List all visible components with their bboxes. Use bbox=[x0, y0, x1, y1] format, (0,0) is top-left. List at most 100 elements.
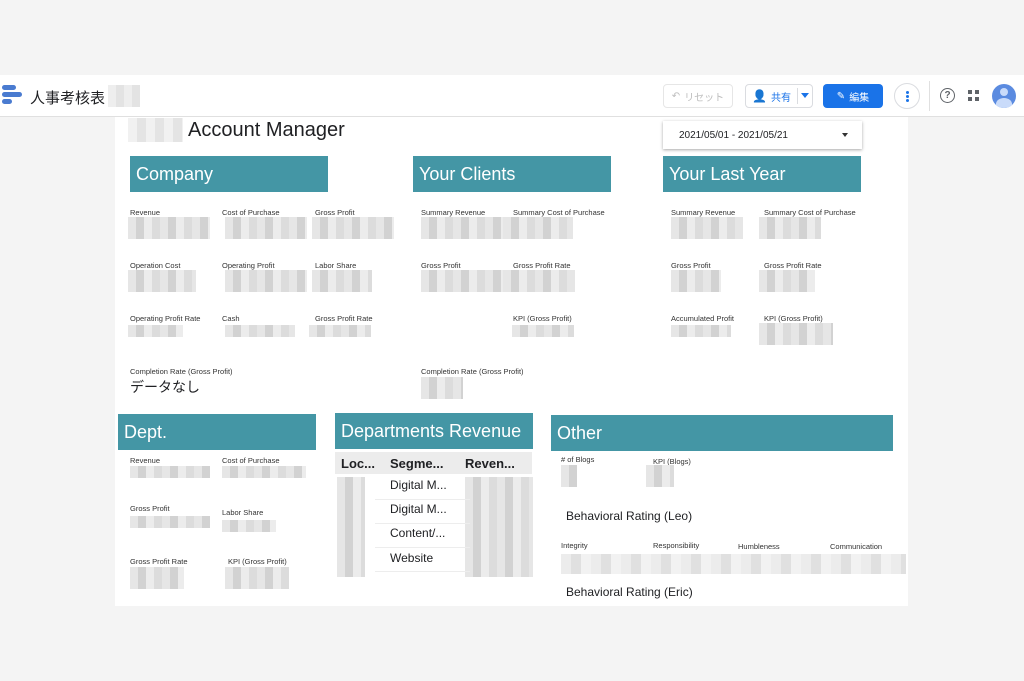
metric-label: Summary Revenue bbox=[671, 208, 736, 217]
metric-label: Gross Profit Rate bbox=[513, 261, 571, 270]
reset-button[interactable]: ↶ リセット bbox=[663, 84, 733, 108]
metric-value-redacted bbox=[512, 325, 574, 337]
section-header-company: Company bbox=[130, 156, 328, 192]
column-header-revenue[interactable]: Reven... bbox=[465, 456, 515, 471]
date-range-value: 2021/05/01 - 2021/05/21 bbox=[679, 129, 788, 141]
metric-label: KPI (Gross Profit) bbox=[764, 314, 823, 323]
apps-grid-icon[interactable] bbox=[968, 90, 979, 101]
metric-value-redacted bbox=[503, 217, 573, 239]
section-header-departments-revenue: Departments Revenue bbox=[335, 413, 533, 449]
metric-label: Operating Profit Rate bbox=[130, 314, 201, 323]
metric-label: Summary Revenue bbox=[421, 208, 486, 217]
metric-label: Labor Share bbox=[222, 508, 264, 517]
date-range-control[interactable]: 2021/05/01 - 2021/05/21 bbox=[663, 121, 862, 149]
column-header-location[interactable]: Loc... bbox=[341, 456, 375, 471]
metric-value-redacted bbox=[225, 325, 295, 337]
metric-value-redacted bbox=[130, 567, 184, 589]
section-header-your-clients: Your Clients bbox=[413, 156, 611, 192]
report-canvas: Account Manager 2021/05/01 - 2021/05/21 … bbox=[115, 117, 908, 606]
metric-label: Accumulated Profit bbox=[671, 314, 734, 323]
revenue-column-redacted bbox=[465, 477, 533, 577]
metric-label: # of Blogs bbox=[561, 455, 595, 464]
metric-label: Summary Cost of Purchase bbox=[513, 208, 605, 217]
rating-column-label: Humbleness bbox=[738, 542, 780, 551]
metric-label: Gross Profit Rate bbox=[315, 314, 373, 323]
toolbar-divider bbox=[929, 81, 930, 111]
metric-value-redacted bbox=[222, 520, 276, 532]
rating-column-label: Responsibility bbox=[653, 541, 700, 550]
metric-value-redacted bbox=[128, 325, 183, 337]
metric-value-redacted bbox=[421, 217, 503, 239]
metric-label: Gross Profit Rate bbox=[764, 261, 822, 270]
edit-button[interactable]: ✎ 編集 bbox=[823, 84, 883, 108]
metric-value-redacted bbox=[759, 323, 833, 345]
metric-label: Cash bbox=[222, 314, 240, 323]
title-redacted bbox=[108, 85, 140, 107]
metric-value-redacted bbox=[309, 325, 371, 337]
row-divider bbox=[375, 571, 470, 572]
rating-column-label: Communication bbox=[830, 542, 883, 551]
behavioral-rating-leo-title: Behavioral Rating (Leo) bbox=[566, 509, 693, 523]
metric-value-redacted bbox=[759, 217, 821, 239]
share-button[interactable]: 👤 共有 bbox=[745, 84, 813, 108]
edit-label: 編集 bbox=[849, 92, 870, 104]
metric-label: Gross Profit Rate bbox=[130, 557, 188, 566]
metric-label: Labor Share bbox=[315, 261, 357, 270]
row-divider bbox=[375, 547, 470, 548]
metric-value-redacted bbox=[671, 325, 731, 337]
metric-label: KPI (Gross Profit) bbox=[513, 314, 572, 323]
metric-value-redacted bbox=[312, 217, 394, 239]
table-cell-segment: Digital M... bbox=[390, 478, 447, 492]
metric-value-redacted bbox=[759, 270, 815, 292]
metric-label: Operation Cost bbox=[130, 261, 181, 270]
avatar[interactable] bbox=[992, 84, 1016, 108]
metric-value-redacted bbox=[671, 217, 743, 239]
share-label: 共有 bbox=[770, 92, 791, 104]
metric-value-redacted bbox=[671, 270, 721, 292]
table-cell-segment: Digital M... bbox=[390, 502, 447, 516]
metric-value-redacted bbox=[421, 270, 503, 292]
data-studio-logo-icon[interactable] bbox=[2, 85, 22, 105]
page-title: Account Manager bbox=[188, 119, 345, 141]
help-icon[interactable]: ? bbox=[940, 88, 955, 103]
page-title-redacted bbox=[128, 118, 183, 142]
add-person-icon: 👤 bbox=[752, 89, 767, 103]
chevron-down-icon bbox=[842, 133, 848, 137]
more-vert-icon bbox=[905, 90, 909, 103]
metric-value-redacted bbox=[128, 270, 196, 292]
document-title[interactable]: 人事考核表 bbox=[30, 87, 105, 108]
metric-label: Revenue bbox=[130, 208, 161, 217]
row-divider bbox=[375, 523, 470, 524]
share-dropdown-icon[interactable] bbox=[801, 93, 809, 98]
metric-value-redacted bbox=[225, 567, 289, 589]
metric-value-redacted bbox=[503, 270, 575, 292]
no-data-text: データなし bbox=[130, 380, 200, 396]
section-header-other: Other bbox=[551, 415, 893, 451]
table-header: Loc... Segme... Reven... bbox=[335, 452, 532, 474]
metric-value-redacted bbox=[128, 217, 210, 239]
table-cell-segment: Website bbox=[390, 551, 434, 565]
pencil-icon: ✎ bbox=[836, 90, 846, 102]
metric-value-redacted bbox=[130, 516, 210, 528]
metric-label: Gross Profit bbox=[130, 504, 170, 513]
metric-value-redacted bbox=[561, 465, 577, 487]
metric-label: Completion Rate (Gross Profit) bbox=[130, 367, 233, 376]
column-header-segment[interactable]: Segme... bbox=[390, 456, 443, 471]
rating-values-redacted bbox=[561, 554, 906, 574]
metric-value-redacted bbox=[225, 270, 307, 292]
metric-label: Gross Profit bbox=[421, 261, 461, 270]
metric-value-redacted bbox=[646, 465, 674, 487]
metric-label: Revenue bbox=[130, 456, 161, 465]
metric-value-redacted bbox=[312, 270, 372, 292]
share-divider bbox=[797, 88, 798, 104]
metric-value-redacted bbox=[222, 466, 306, 478]
more-options-button[interactable] bbox=[894, 83, 920, 109]
metric-label: Gross Profit bbox=[671, 261, 711, 270]
row-divider bbox=[375, 499, 470, 500]
rating-column-label: Integrity bbox=[561, 541, 588, 550]
app-toolbar: 人事考核表 ↶ リセット 👤 共有 ✎ 編集 ? bbox=[0, 75, 1024, 117]
metric-label: Completion Rate (Gross Profit) bbox=[421, 367, 524, 376]
table-cell-segment: Content/... bbox=[390, 526, 446, 540]
section-header-last-year: Your Last Year bbox=[663, 156, 861, 192]
metric-label: Cost of Purchase bbox=[222, 456, 280, 465]
